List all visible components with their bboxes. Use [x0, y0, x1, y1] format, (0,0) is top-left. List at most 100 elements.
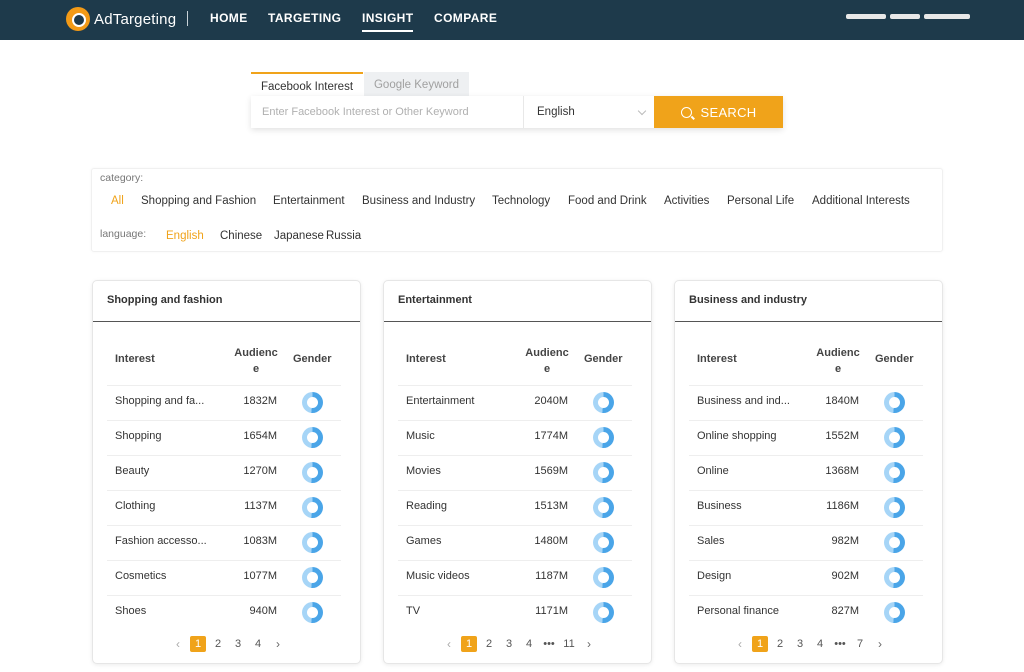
- column-header-audience: Audienc e: [234, 347, 278, 375]
- interest-name[interactable]: Shopping and fa...: [115, 395, 215, 407]
- interest-name[interactable]: Business and ind...: [697, 395, 797, 407]
- interest-name[interactable]: Music: [406, 430, 506, 442]
- language-select[interactable]: English: [525, 96, 653, 128]
- interest-name[interactable]: TV: [406, 605, 506, 617]
- language-english[interactable]: English: [166, 230, 204, 242]
- nav-home[interactable]: HOME: [210, 11, 248, 25]
- interest-name[interactable]: Beauty: [115, 465, 215, 477]
- logo[interactable]: AdTargeting: [66, 7, 176, 31]
- table-row[interactable]: Sales 982M: [689, 525, 923, 560]
- language-russia[interactable]: Russia: [326, 230, 361, 242]
- page-number[interactable]: 2: [772, 636, 788, 652]
- page-number[interactable]: 1: [752, 636, 768, 652]
- table-row[interactable]: Online shopping 1552M: [689, 420, 923, 455]
- interest-name[interactable]: Fashion accesso...: [115, 535, 215, 547]
- interest-name[interactable]: Movies: [406, 465, 506, 477]
- interest-name[interactable]: Online: [697, 465, 797, 477]
- chevron-left-icon[interactable]: ‹: [732, 636, 748, 652]
- table-row[interactable]: Movies 1569M: [398, 455, 632, 490]
- table-row[interactable]: Music videos 1187M: [398, 560, 632, 595]
- donut-chart-icon: [593, 427, 614, 448]
- table-row[interactable]: Clothing 1137M: [107, 490, 341, 525]
- table-row[interactable]: Shopping and fa... 1832M: [107, 385, 341, 420]
- language-japanese[interactable]: Japanese: [274, 230, 324, 242]
- search-input[interactable]: [251, 96, 524, 128]
- interest-name[interactable]: Games: [406, 535, 506, 547]
- language-chinese[interactable]: Chinese: [220, 230, 262, 242]
- table-row[interactable]: Personal finance 827M: [689, 595, 923, 630]
- nav-targeting[interactable]: TARGETING: [268, 11, 341, 25]
- page-number[interactable]: 2: [481, 636, 497, 652]
- chevron-right-icon[interactable]: ›: [872, 636, 888, 652]
- table-row[interactable]: Cosmetics 1077M: [107, 560, 341, 595]
- interest-name[interactable]: Online shopping: [697, 430, 797, 442]
- audience-size: 1480M: [534, 535, 568, 547]
- page-number[interactable]: 3: [230, 636, 246, 652]
- donut-chart-icon: [593, 567, 614, 588]
- chevron-right-icon[interactable]: ›: [581, 636, 597, 652]
- page-number[interactable]: 1: [461, 636, 477, 652]
- donut-chart-icon: [884, 427, 905, 448]
- page-number[interactable]: 3: [792, 636, 808, 652]
- chevron-left-icon[interactable]: ‹: [441, 636, 457, 652]
- page-number[interactable]: 2: [210, 636, 226, 652]
- interest-name[interactable]: Clothing: [115, 500, 215, 512]
- page-number[interactable]: •••: [541, 636, 557, 652]
- table-row[interactable]: Shoes 940M: [107, 595, 341, 630]
- interest-name[interactable]: Reading: [406, 500, 506, 512]
- donut-chart-icon: [884, 567, 905, 588]
- user-account[interactable]: [846, 10, 970, 24]
- table-row[interactable]: Online 1368M: [689, 455, 923, 490]
- table-row[interactable]: TV 1171M: [398, 595, 632, 630]
- category-shopping-fashion[interactable]: Shopping and Fashion: [141, 195, 256, 207]
- page-number[interactable]: 11: [561, 636, 577, 652]
- nav-insight[interactable]: INSIGHT: [362, 11, 414, 32]
- page-number[interactable]: 3: [501, 636, 517, 652]
- tab-facebook-interest[interactable]: Facebook Interest: [251, 72, 363, 97]
- nav-divider: [187, 11, 188, 26]
- interest-name[interactable]: Cosmetics: [115, 570, 215, 582]
- category-personal-life[interactable]: Personal Life: [727, 195, 794, 207]
- table-row[interactable]: Business and ind... 1840M: [689, 385, 923, 420]
- interest-name[interactable]: Entertainment: [406, 395, 506, 407]
- category-activities[interactable]: Activities: [664, 195, 709, 207]
- interest-name[interactable]: Sales: [697, 535, 797, 547]
- interest-name[interactable]: Business: [697, 500, 797, 512]
- category-business-industry[interactable]: Business and Industry: [362, 195, 475, 207]
- interest-name[interactable]: Shoes: [115, 605, 215, 617]
- table-row[interactable]: Beauty 1270M: [107, 455, 341, 490]
- audience-size: 1840M: [825, 395, 859, 407]
- table-row[interactable]: Music 1774M: [398, 420, 632, 455]
- tab-google-keyword[interactable]: Google Keyword: [364, 72, 469, 97]
- interest-name[interactable]: Shopping: [115, 430, 215, 442]
- page-number[interactable]: 4: [521, 636, 537, 652]
- category-technology[interactable]: Technology: [492, 195, 550, 207]
- pagination: ‹ 1 2 3 4 ••• 7 ›: [675, 636, 942, 652]
- nav-compare[interactable]: COMPARE: [434, 11, 497, 25]
- table-row[interactable]: Reading 1513M: [398, 490, 632, 525]
- category-additional-interests[interactable]: Additional Interests: [812, 195, 910, 207]
- table-row[interactable]: Shopping 1654M: [107, 420, 341, 455]
- category-food-drink[interactable]: Food and Drink: [568, 195, 647, 207]
- table-row[interactable]: Design 902M: [689, 560, 923, 595]
- chevron-left-icon[interactable]: ‹: [170, 636, 186, 652]
- interest-name[interactable]: Design: [697, 570, 797, 582]
- column-header-audience: Audienc e: [525, 347, 569, 375]
- audience-size: 940M: [249, 605, 277, 617]
- interest-name[interactable]: Personal finance: [697, 605, 797, 617]
- search-button[interactable]: SEARCH: [654, 96, 783, 128]
- page-number[interactable]: 1: [190, 636, 206, 652]
- table-row[interactable]: Fashion accesso... 1083M: [107, 525, 341, 560]
- page-number[interactable]: 4: [250, 636, 266, 652]
- table-row[interactable]: Entertainment 2040M: [398, 385, 632, 420]
- table-row[interactable]: Business 1186M: [689, 490, 923, 525]
- category-all[interactable]: All: [111, 195, 124, 207]
- table-row[interactable]: Games 1480M: [398, 525, 632, 560]
- page-number[interactable]: •••: [832, 636, 848, 652]
- page-number[interactable]: 4: [812, 636, 828, 652]
- page-number[interactable]: 7: [852, 636, 868, 652]
- audience-size: 902M: [831, 570, 859, 582]
- interest-name[interactable]: Music videos: [406, 570, 506, 582]
- chevron-right-icon[interactable]: ›: [270, 636, 286, 652]
- category-entertainment[interactable]: Entertainment: [273, 195, 345, 207]
